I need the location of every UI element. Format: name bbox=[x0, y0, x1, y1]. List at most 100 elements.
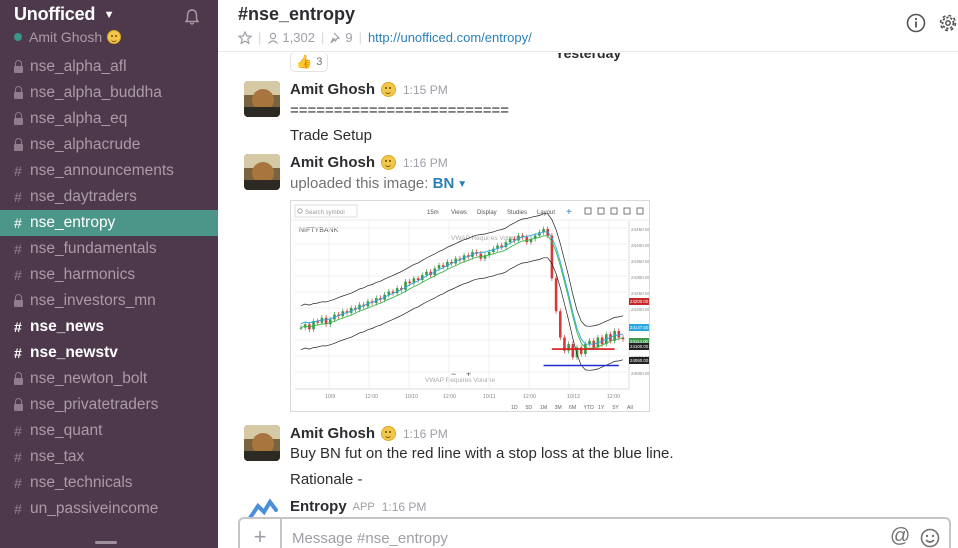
sidebar-channel-un-passiveincome[interactable]: # un_passiveincome bbox=[0, 496, 218, 522]
chart-y-tick: 24000.00 bbox=[631, 371, 649, 376]
info-icon[interactable] bbox=[906, 13, 926, 33]
chart-crosshair-icon: + bbox=[566, 207, 572, 218]
chart-toolbar-item: Views bbox=[451, 210, 467, 216]
chart-x-tick: 10/11 bbox=[483, 394, 496, 400]
sidebar-channel-nse-alpha-buddha[interactable]: nse_alpha_buddha bbox=[0, 80, 218, 106]
chart-toolbar-item: 15m bbox=[427, 210, 439, 216]
sidebar-channel-nse-announcements[interactable]: # nse_announcements bbox=[0, 158, 218, 184]
sidebar-channel-nse-alphacrude[interactable]: nse_alphacrude bbox=[0, 132, 218, 158]
sidebar-channel-nse-quant[interactable]: # nse_quant bbox=[0, 418, 218, 444]
channel-list: nse_alpha_afl nse_alpha_buddha nse_alpha_e… bbox=[0, 54, 218, 522]
message-input[interactable] bbox=[292, 525, 852, 548]
sidebar-channel-nse-fundamentals[interactable]: # nse_fundamentals bbox=[0, 236, 218, 262]
chart-canvas: Search symbol 15m Views Display Studies Layou… bbox=[291, 204, 649, 411]
sidebar-channel-nse-alpha-eq[interactable]: nse_alpha_eq bbox=[0, 106, 218, 132]
sidebar-channel-nse-tax[interactable]: # nse_tax bbox=[0, 444, 218, 470]
chart-x-tick: 10/12 bbox=[567, 394, 580, 400]
chart-zoom-out-icon: − bbox=[451, 369, 456, 379]
sidebar-channel-nse-entropy[interactable]: # nse_entropy bbox=[0, 210, 218, 236]
sidebar-channel-nse-harmonics[interactable]: # nse_harmonics bbox=[0, 262, 218, 288]
sidebar-channel-nse-privatetraders[interactable]: nse_privatetraders bbox=[0, 392, 218, 418]
chart-y-tick: 24200.00 bbox=[631, 307, 649, 312]
timestamp[interactable]: 1:15 PM bbox=[403, 83, 448, 97]
chart-bollinger-lower bbox=[300, 257, 624, 371]
chart-comment-icon bbox=[584, 207, 592, 215]
thumbs-up-icon: 👍 bbox=[296, 54, 313, 69]
sidebar-channel-nse-daytraders[interactable]: # nse_daytraders bbox=[0, 184, 218, 210]
chart-price-tag-label: 24147.50 bbox=[630, 325, 649, 330]
hash-icon: # bbox=[14, 163, 22, 179]
avatar[interactable] bbox=[244, 154, 280, 190]
chart-candle bbox=[408, 281, 412, 284]
sidebar-channel-nse-newstv[interactable]: # nse_newstv bbox=[0, 340, 218, 366]
timestamp[interactable]: 1:16 PM bbox=[403, 156, 448, 170]
chart-y-tick: 24250.00 bbox=[631, 291, 649, 296]
hash-icon: # bbox=[14, 423, 22, 439]
message-pane: Yesterday 👍 3 Amit Ghosh 1:15 PM =======… bbox=[218, 53, 958, 517]
channel-title[interactable]: #nse_entropy bbox=[238, 4, 355, 25]
avatar[interactable] bbox=[244, 81, 280, 117]
hash-icon: # bbox=[14, 267, 22, 283]
chart-zoom-in-icon: + bbox=[466, 369, 471, 379]
timestamp[interactable]: 1:16 PM bbox=[382, 500, 427, 514]
sender-name[interactable]: Entropy bbox=[290, 498, 347, 515]
channel-topic-link[interactable]: http://unofficed.com/entropy/ bbox=[368, 30, 532, 45]
uploaded-chart-image[interactable]: Search symbol 15m Views Display Studies Layou… bbox=[290, 200, 650, 412]
chart-toolbar-item: Display bbox=[477, 210, 497, 216]
chart-candle bbox=[558, 311, 562, 338]
hash-icon: # bbox=[14, 189, 22, 205]
channel-label: nse_entropy bbox=[30, 214, 116, 231]
pinned-count[interactable]: 9 bbox=[345, 30, 352, 45]
chart-period-button: 5Y bbox=[613, 405, 620, 411]
chart-price-tag-label: 24200.00 bbox=[630, 299, 649, 304]
chart-bollinger-upper bbox=[300, 213, 624, 327]
mention-icon[interactable]: @ bbox=[890, 525, 910, 548]
caret-down-icon[interactable]: ▼ bbox=[457, 179, 467, 190]
current-user-name: Amit Ghosh bbox=[29, 29, 103, 45]
chart-settings-icon bbox=[623, 207, 631, 215]
sidebar-scrollbar[interactable] bbox=[95, 541, 117, 544]
channel-label: nse_alpha_eq bbox=[30, 110, 128, 127]
sidebar-channel-nse-news[interactable]: # nse_news bbox=[0, 314, 218, 340]
chart-price-tag-label: 24060.00 bbox=[630, 358, 649, 363]
chart-ema-line bbox=[300, 231, 624, 345]
channel-label: nse_harmonics bbox=[30, 266, 136, 283]
file-link[interactable]: BN bbox=[433, 175, 455, 192]
chart-fullscreen-icon bbox=[636, 207, 644, 215]
sidebar-channel-nse-investors-mn[interactable]: nse_investors_mn bbox=[0, 288, 218, 314]
bell-icon[interactable] bbox=[183, 8, 201, 26]
lock-icon bbox=[14, 85, 30, 100]
chart-x-tick: 12:00 bbox=[523, 394, 536, 400]
hash-icon: # bbox=[14, 449, 22, 465]
app-badge: APP bbox=[352, 500, 375, 513]
sender-name[interactable]: Amit Ghosh bbox=[290, 425, 375, 442]
member-count[interactable]: 1,302 bbox=[282, 30, 315, 45]
team-menu[interactable]: Unofficed ▼ Amit Ghosh bbox=[14, 4, 204, 46]
chart-period-button: YTD bbox=[584, 405, 595, 411]
chart-candle bbox=[571, 344, 575, 358]
sidebar-channel-nse-newton-bolt[interactable]: nse_newton_bolt bbox=[0, 366, 218, 392]
bot-avatar[interactable] bbox=[248, 498, 278, 517]
sender-name[interactable]: Amit Ghosh bbox=[290, 81, 375, 98]
chart-period-button: 1Y bbox=[598, 405, 605, 411]
attach-plus-button[interactable]: + bbox=[240, 519, 282, 548]
chart-x-tick: 12:00 bbox=[443, 394, 456, 400]
hash-icon: # bbox=[14, 215, 22, 231]
reaction-badge[interactable]: 👍 3 bbox=[290, 53, 329, 72]
channel-label: nse_newton_bolt bbox=[30, 370, 148, 387]
message-text: Rationale - bbox=[290, 471, 363, 488]
timestamp[interactable]: 1:16 PM bbox=[403, 427, 448, 441]
star-icon[interactable] bbox=[238, 30, 252, 45]
sidebar-channel-nse-technicals[interactable]: # nse_technicals bbox=[0, 470, 218, 496]
channel-label: nse_tax bbox=[30, 448, 85, 465]
team-name: Unofficed bbox=[14, 4, 96, 24]
sidebar-channel-nse-alpha-afl[interactable]: nse_alpha_afl bbox=[0, 54, 218, 80]
chart-y-tick: 24300.00 bbox=[631, 275, 649, 280]
chart-y-tick: 24400.00 bbox=[631, 243, 649, 248]
gear-icon[interactable] bbox=[938, 13, 958, 33]
channel-label: nse_alpha_buddha bbox=[30, 84, 162, 101]
avatar[interactable] bbox=[244, 425, 280, 461]
lock-icon bbox=[14, 59, 30, 74]
sender-name[interactable]: Amit Ghosh bbox=[290, 154, 375, 171]
emoji-picker-icon[interactable] bbox=[920, 528, 940, 548]
